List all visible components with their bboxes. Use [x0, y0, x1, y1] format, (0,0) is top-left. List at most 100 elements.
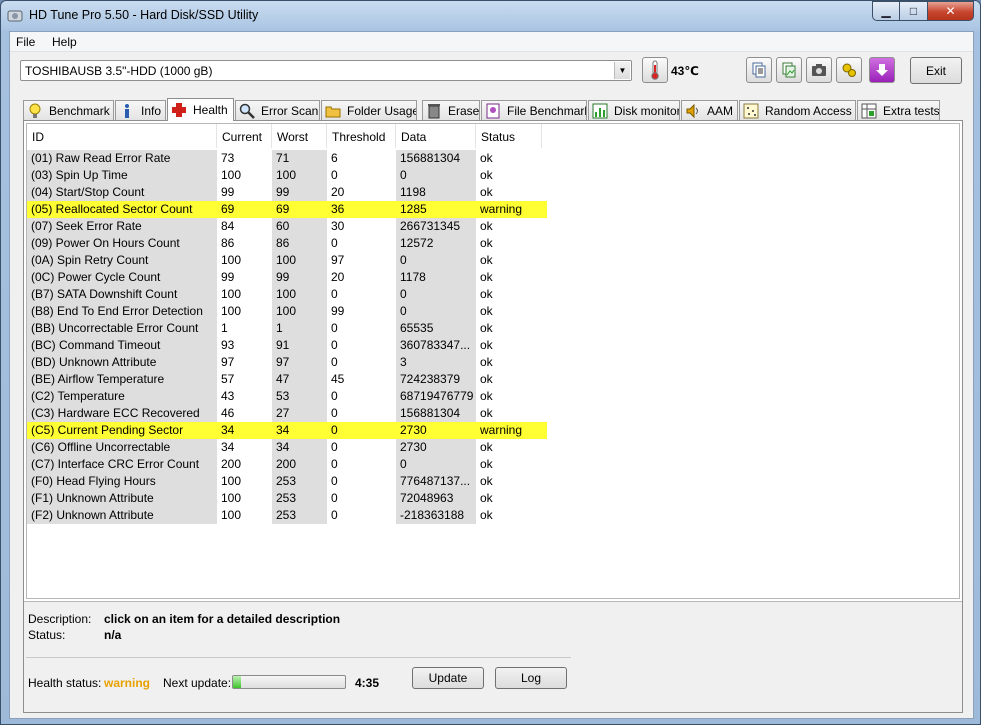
cell-current: 200 [221, 457, 242, 471]
cell-id: (C7) Interface CRC Error Count [27, 456, 217, 473]
cell-worst: 97 [272, 354, 327, 371]
tab-aam[interactable]: AAM [681, 100, 738, 120]
cell-threshold: 6 [331, 151, 338, 165]
table-row[interactable]: (09) Power On Hours Count 86 86 0 12572 ok [27, 235, 547, 252]
table-row[interactable]: (F0) Head Flying Hours 100 253 0 776487137..… [27, 473, 547, 490]
table-row[interactable]: (BC) Command Timeout 93 91 0 360783347... ok [27, 337, 547, 354]
cell-worst: 253 [272, 490, 327, 507]
table-row[interactable]: (05) Reallocated Sector Count 69 69 36 1285 w… [27, 201, 547, 218]
cell-data: 2730 [396, 439, 476, 456]
disk-monitor-icon [592, 103, 608, 119]
cell-status: ok [480, 219, 493, 233]
description-label: Description: [28, 612, 92, 626]
cell-current: 34 [221, 423, 235, 437]
tab-benchmark[interactable]: Benchmark [23, 100, 114, 120]
cell-threshold: 0 [331, 355, 338, 369]
menu-file[interactable]: File [16, 35, 35, 49]
table-row[interactable]: (C6) Offline Uncorrectable 34 34 0 2730 ok [27, 439, 547, 456]
tab-info[interactable]: Info [115, 100, 166, 120]
close-button[interactable]: ✕ [928, 1, 974, 21]
column-header-status[interactable]: Status [476, 124, 542, 148]
cell-threshold: 0 [331, 321, 338, 335]
menu-bar: File Help [10, 32, 973, 52]
cell-current: 43 [221, 389, 235, 403]
cell-threshold: 30 [331, 219, 345, 233]
update-button[interactable]: Update [412, 667, 484, 689]
table-row[interactable]: (C5) Current Pending Sector 34 34 0 2730 warn… [27, 422, 547, 439]
cell-status: ok [480, 508, 493, 522]
copy-image-button[interactable] [776, 57, 802, 83]
cell-data: 156881304 [396, 405, 476, 422]
tab-extra-tests[interactable]: Extra tests [857, 100, 940, 120]
table-row[interactable]: (C7) Interface CRC Error Count 200 200 0 0 ok [27, 456, 547, 473]
temperature-button[interactable] [642, 57, 668, 83]
status-label: Status: [28, 628, 66, 642]
menu-help[interactable]: Help [52, 35, 77, 49]
table-row[interactable]: (07) Seek Error Rate 84 60 30 266731345 ok [27, 218, 547, 235]
copy-text-button[interactable] [746, 57, 772, 83]
smart-attribute-table[interactable]: ID Current Worst Threshold Data Status (… [26, 123, 960, 599]
column-header-id[interactable]: ID [27, 124, 217, 148]
cell-current: 57 [221, 372, 235, 386]
log-button[interactable]: Log [495, 667, 567, 689]
options-button[interactable] [836, 57, 862, 83]
cell-status: ok [480, 304, 493, 318]
cell-current: 97 [221, 355, 235, 369]
table-row[interactable]: (0C) Power Cycle Count 99 99 20 1178 ok [27, 269, 547, 286]
cell-id: (C3) Hardware ECC Recovered [27, 405, 217, 422]
column-header-data[interactable]: Data [396, 124, 476, 148]
tab-random-access[interactable]: Random Access [739, 100, 856, 120]
table-row[interactable]: (BB) Uncorrectable Error Count 1 1 0 65535 ok [27, 320, 547, 337]
table-row[interactable]: (B7) SATA Downshift Count 100 100 0 0 ok [27, 286, 547, 303]
tab-health[interactable]: Health [167, 98, 234, 121]
cell-data: 0 [396, 167, 476, 184]
tab-error-scan[interactable]: Error Scan [235, 100, 320, 120]
cell-status: ok [480, 372, 493, 386]
chevron-down-icon[interactable]: ▼ [614, 62, 630, 79]
tab-disk-monitor[interactable]: Disk monitor [588, 100, 680, 120]
cell-worst: 100 [272, 286, 327, 303]
column-header-worst[interactable]: Worst [272, 124, 327, 148]
maximize-button[interactable]: □ [900, 1, 928, 21]
cell-threshold: 0 [331, 423, 338, 437]
cell-id: (B7) SATA Downshift Count [27, 286, 217, 303]
screenshot-button[interactable] [806, 57, 832, 83]
divider [26, 657, 571, 658]
drive-select[interactable]: TOSHIBAUSB 3.5"-HDD (1000 gB) ▼ [20, 60, 632, 81]
cell-worst: 60 [272, 218, 327, 235]
table-row[interactable]: (BD) Unknown Attribute 97 97 0 3 ok [27, 354, 547, 371]
table-row[interactable]: (F2) Unknown Attribute 100 253 0 -218363188 o… [27, 507, 547, 524]
table-row[interactable]: (B8) End To End Error Detection 100 100 99 0… [27, 303, 547, 320]
health-status-label: Health status: [28, 676, 102, 690]
table-row[interactable]: (C3) Hardware ECC Recovered 46 27 0 15688130… [27, 405, 547, 422]
table-row[interactable]: (0A) Spin Retry Count 100 100 97 0 ok [27, 252, 547, 269]
table-row[interactable]: (C2) Temperature 43 53 0 68719476779 ok [27, 388, 547, 405]
cell-status: ok [480, 321, 493, 335]
minimize-icon: ▁ [881, 4, 891, 18]
tab-file-benchmark[interactable]: File Benchmark [481, 100, 587, 120]
cell-worst: 91 [272, 337, 327, 354]
cell-threshold: 45 [331, 372, 345, 386]
cell-worst: 100 [272, 252, 327, 269]
column-header-current[interactable]: Current [217, 124, 272, 148]
minimize-button[interactable]: ▁ [872, 1, 900, 21]
cell-current: 99 [221, 185, 235, 199]
table-row[interactable]: (F1) Unknown Attribute 100 253 0 72048963 ok [27, 490, 547, 507]
tab-folder-usage[interactable]: Folder Usage [321, 100, 417, 120]
table-row[interactable]: (BE) Airflow Temperature 57 47 45 724238379 o… [27, 371, 547, 388]
table-row[interactable]: (03) Spin Up Time 100 100 0 0 ok [27, 167, 547, 184]
cell-status: ok [480, 338, 493, 352]
cell-worst: 86 [272, 235, 327, 252]
tab-label: Info [141, 103, 162, 118]
title-bar[interactable]: HD Tune Pro 5.50 - Hard Disk/SSD Utility… [1, 1, 980, 31]
exit-button[interactable]: Exit [910, 57, 962, 84]
table-row[interactable]: (01) Raw Read Error Rate 73 71 6 156881304 ok [27, 150, 547, 167]
tab-erase[interactable]: Erase [422, 100, 480, 120]
cell-id: (BB) Uncorrectable Error Count [27, 320, 217, 337]
column-header-threshold[interactable]: Threshold [327, 124, 396, 148]
cell-threshold: 97 [331, 253, 345, 267]
table-row[interactable]: (04) Start/Stop Count 99 99 20 1198 ok [27, 184, 547, 201]
save-button[interactable] [869, 57, 895, 83]
cell-data: 724238379 [396, 371, 476, 388]
cell-status: ok [480, 168, 493, 182]
